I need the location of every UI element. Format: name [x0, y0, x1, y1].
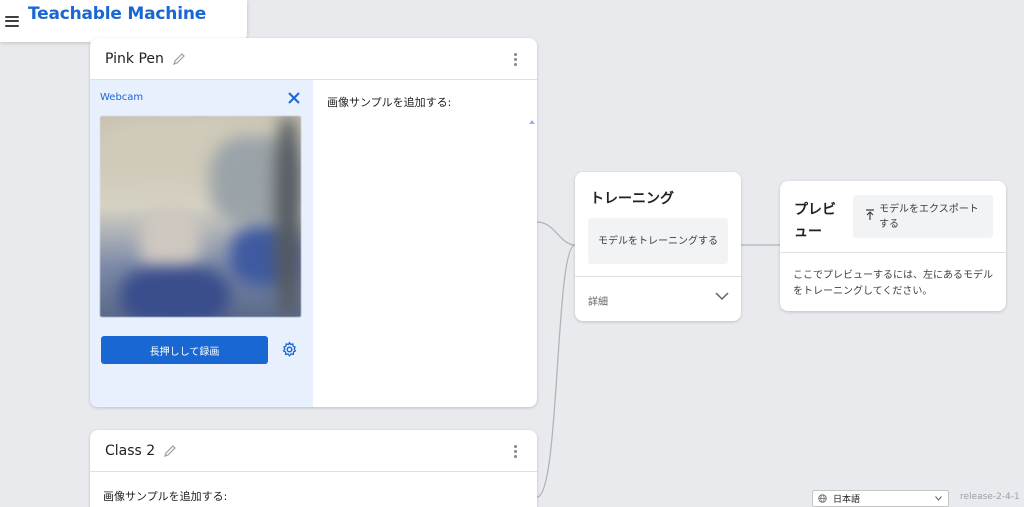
details-label: 詳細	[588, 297, 608, 308]
chevron-down-icon	[715, 292, 729, 301]
export-button-label: モデルをエクスポートする	[879, 203, 979, 230]
training-title: トレーニング	[590, 191, 674, 207]
class-name[interactable]: Class 2	[105, 443, 155, 459]
more-options-icon[interactable]	[514, 445, 518, 458]
settings-gear-icon[interactable]	[281, 341, 298, 358]
scroll-up-arrow-icon[interactable]	[529, 120, 535, 124]
class-card-header: Pink Pen	[90, 38, 537, 80]
pencil-icon[interactable]	[163, 444, 177, 458]
add-samples-label: 画像サンプルを追加する:	[103, 490, 228, 503]
release-version: release-2-4-1	[960, 492, 1020, 502]
webcam-label: Webcam	[100, 92, 144, 103]
class-card-pink-pen: Pink Pen Webcam 長押しして録画 画像サンプルを追加する:	[90, 38, 537, 407]
webcam-panel: Webcam 長押しして録画	[90, 80, 313, 407]
export-icon	[866, 209, 874, 220]
advanced-details-toggle[interactable]: 詳細	[575, 277, 741, 320]
class-name[interactable]: Pink Pen	[105, 51, 164, 67]
class-card-class-2: Class 2 画像サンプルを追加する:	[90, 430, 537, 507]
train-model-button[interactable]: モデルをトレーニングする	[588, 218, 728, 264]
class-card-header: Class 2	[90, 430, 537, 472]
menu-icon[interactable]	[5, 15, 19, 27]
close-icon[interactable]	[287, 91, 301, 105]
export-model-button[interactable]: モデルをエクスポートする	[853, 195, 993, 238]
preview-title: プレビュー	[794, 202, 836, 240]
chevron-down-icon	[935, 496, 942, 501]
training-card: トレーニング モデルをトレーニングする 詳細	[575, 172, 741, 321]
language-value: 日本語	[833, 495, 861, 505]
app-header: Teachable Machine	[0, 0, 247, 42]
preview-card: プレビュー モデルをエクスポートする ここでプレビューするには、左にあるモデルを…	[780, 181, 1006, 311]
pencil-icon[interactable]	[172, 52, 186, 66]
webcam-preview	[100, 116, 301, 317]
record-button[interactable]: 長押しして録画	[101, 336, 268, 364]
language-select[interactable]: 日本語	[812, 490, 949, 507]
globe-icon	[818, 494, 827, 503]
add-samples-label: 画像サンプルを追加する:	[327, 96, 452, 109]
app-logo[interactable]: Teachable Machine	[28, 4, 206, 24]
divider	[780, 252, 1006, 253]
samples-area: 画像サンプルを追加する:	[314, 80, 537, 407]
more-options-icon[interactable]	[514, 53, 518, 66]
preview-message: ここでプレビューするには、左にあるモデルをトレーニングしてください。	[793, 270, 993, 297]
